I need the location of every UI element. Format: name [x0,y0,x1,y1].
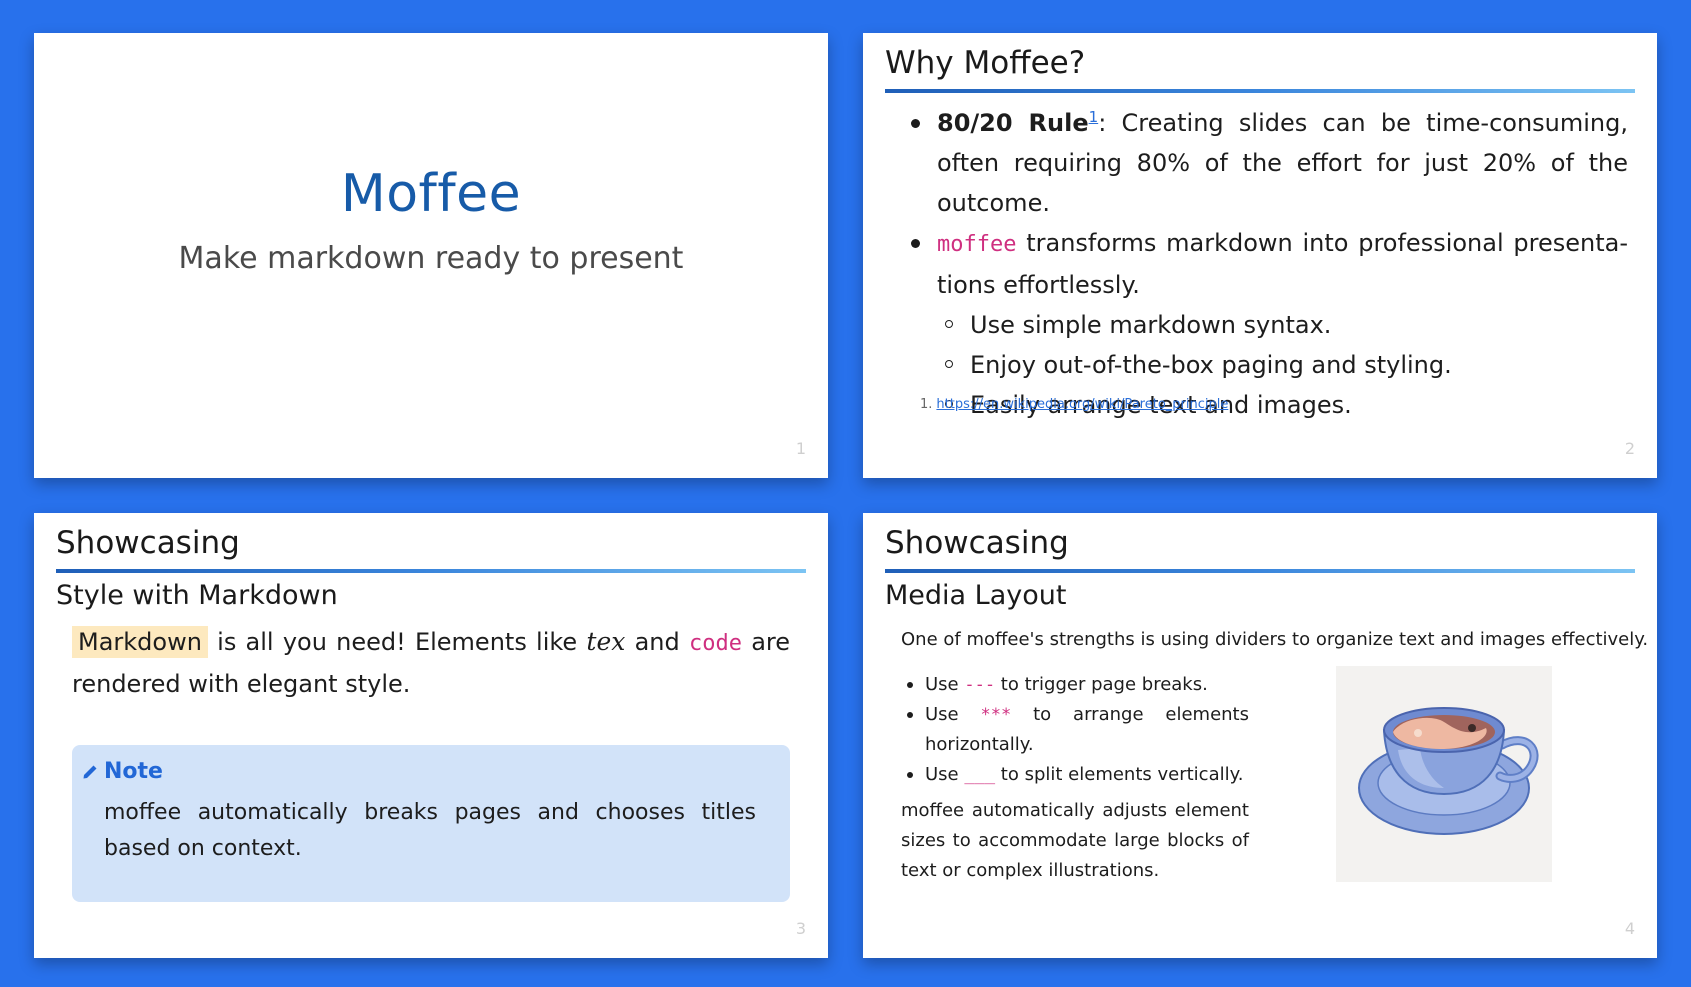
bullet-list: 80/20 Rule1: Creating slides can be time… [903,103,1628,425]
slide-title: Showcasing [885,525,1069,561]
bullet-icon [911,239,920,248]
circle-bullet-icon [945,320,953,328]
bullet-icon [907,682,913,688]
slide-1[interactable]: Moffee Make markdown ready to present 1 [34,33,828,478]
inline-code: ___ [964,765,996,785]
sub-item-text: Enjoy out-of-the-box paging and styling. [970,351,1452,379]
slide-number: 3 [795,919,806,938]
sub-list-item: Enjoy out-of-the-box paging and styling. [937,345,1628,385]
pencil-icon [83,765,97,779]
slide-number: 1 [795,439,806,458]
bold-text: 80/20 Rule [937,109,1089,137]
bullet-list: Use --- to trigger page breaks. Use *** … [903,670,1249,790]
text-run: Use [925,704,981,725]
list-item: Use ___ to split elements vertically. [903,760,1249,790]
inline-code: --- [964,675,996,695]
bullet-icon [907,772,913,778]
paragraph: moffee automatically adjusts element siz… [901,800,1249,881]
paragraph: Markdown is all you need! Elements like … [72,622,790,704]
note-label: Note [104,759,163,784]
text-run: to trigger page breaks. [995,674,1208,695]
slide-title: Why Moffee? [885,45,1086,81]
slide-number: 2 [1624,439,1635,458]
bullet-text: transforms markdown into professional pr… [937,229,1628,299]
intro-text: One of moffee's strengths is using divid… [901,629,1649,650]
note-callout: Note moffee automatically breaks pages a… [72,745,790,902]
title-divider [56,569,806,573]
title-divider [885,569,1635,573]
footnote-number: 1. [920,397,933,412]
inline-code: moffee [937,232,1017,257]
cover-title: Moffee [340,164,522,224]
slide-2[interactable]: Why Moffee? 80/20 Rule1: Creating slides… [863,33,1657,478]
highlighted-text: Markdown [72,626,208,658]
text-run: is all you need! Elements like [207,628,587,656]
note-text: moffee automatically breaks pages and ch… [104,800,756,861]
slide-subheading: Media Layout [885,580,1067,611]
sub-list-item: Use simple markdown syntax. [937,305,1628,345]
coffee-cup-icon [1358,707,1539,835]
text-run: to split elements vertically. [995,764,1244,785]
text-run: Use [925,764,965,785]
footnote: 1. https://en.wikipedia.org/wiki/Pareto_p… [920,397,1228,412]
bullet-icon [911,119,920,128]
inline-code: *** [980,705,1012,725]
list-item: moffee transforms markdown into professi… [903,223,1628,425]
tex-math: tex [586,627,626,656]
coffee-cup-image [1336,666,1552,882]
sub-item-text: Use simple markdown syntax. [970,311,1332,339]
footnote-reference-link[interactable]: 1 [1089,108,1099,126]
list-item: 80/20 Rule1: Creating slides can be time… [903,103,1628,223]
footnote-link[interactable]: https://en.wikipedia.org/wiki/Pareto_pri… [936,397,1228,412]
slide-number: 4 [1624,919,1635,938]
slide-title: Showcasing [56,525,240,561]
circle-bullet-icon [945,360,953,368]
note-header: Note [83,757,756,787]
slide-4[interactable]: Showcasing Media Layout One of moffee's … [863,513,1657,958]
bullet-icon [907,712,913,718]
title-divider [885,89,1635,93]
list-item: Use *** to arrange elements horizontally… [903,700,1249,760]
inline-code: code [688,631,742,656]
list-item: Use --- to trigger page breaks. [903,670,1249,700]
text-run: and [625,628,689,656]
text-run: Use [925,674,965,695]
cover-subtitle: Make markdown ready to present [178,241,684,276]
slide-subheading: Style with Markdown [56,580,338,611]
slide-3[interactable]: Showcasing Style with Markdown Markdown … [34,513,828,958]
